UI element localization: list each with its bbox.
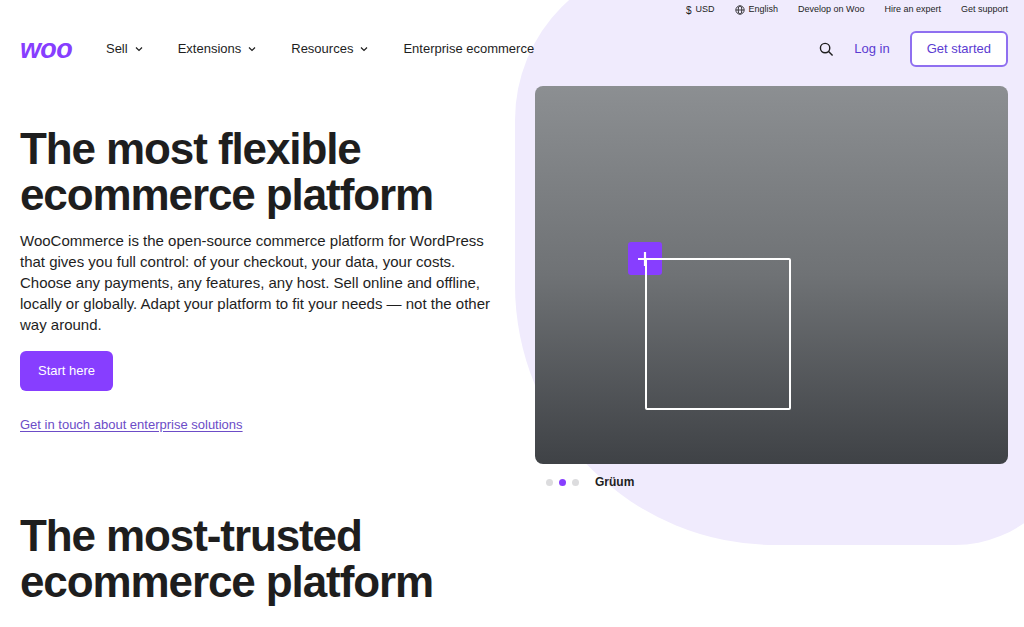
language-selector[interactable]: English (735, 3, 779, 17)
hero-description: WooCommerce is the open-source commerce … (20, 230, 498, 335)
nav-item-menu-marker (359, 44, 369, 54)
carousel-caption: Grüum (595, 473, 634, 491)
hero-section: The most flexible ecommerce platform WooC… (0, 78, 1024, 491)
hero-text: The most flexible ecommerce platform WooC… (20, 86, 500, 491)
nav-item[interactable]: Resources (291, 39, 369, 59)
currency-symbol: $ (686, 3, 692, 18)
search-icon (819, 42, 834, 57)
login-link[interactable]: Log in (854, 39, 889, 59)
nav-menu: Sell Extensions Resources Enterprise ecomme… (106, 39, 540, 59)
chevron-down-icon (359, 44, 369, 54)
carousel-dot[interactable] (546, 479, 553, 486)
utility-link[interactable]: Develop on Woo (798, 3, 864, 17)
focus-frame (645, 258, 791, 410)
carousel-controls: Grüum (546, 473, 1008, 491)
nav-actions: Log in Get started (819, 31, 1008, 67)
nav-item[interactable]: Enterprise ecommerce (403, 39, 540, 59)
trusted-section: The most-trusted ecommerce platform (0, 491, 1024, 605)
start-here-button[interactable]: Start here (20, 351, 113, 391)
language-label: English (749, 3, 779, 17)
utility-bar: $ USD English Develop on Woo Hire an expert G… (0, 0, 1024, 20)
hero-title: The most flexible ecommerce platform (20, 126, 480, 218)
globe-icon (735, 5, 745, 15)
carousel-dot[interactable] (559, 479, 566, 486)
search-button[interactable] (819, 42, 834, 57)
section-title: The most-trusted ecommerce platform (20, 513, 480, 605)
utility-link[interactable]: Get support (961, 3, 1008, 17)
nav-item-menu-marker (134, 44, 144, 54)
hero-photo (535, 86, 1008, 464)
nav-item-menu-marker (247, 44, 257, 54)
currency-label: USD (696, 3, 715, 17)
enterprise-link[interactable]: Get in touch about enterprise solutions (20, 415, 243, 435)
chevron-down-icon (134, 44, 144, 54)
nav-item[interactable]: Sell (106, 39, 144, 59)
chevron-down-icon (247, 44, 257, 54)
woo-logo[interactable]: woo (20, 36, 72, 63)
currency-selector[interactable]: $ USD (686, 3, 715, 18)
main-nav: woo Sell Extensions Resources Enterprise eco… (0, 20, 1024, 78)
carousel-dot[interactable] (572, 479, 579, 486)
nav-item-label: Extensions (178, 39, 242, 59)
hero-media: Grüum (535, 86, 1008, 491)
get-started-button[interactable]: Get started (910, 31, 1008, 67)
nav-item-label: Resources (291, 39, 353, 59)
utility-link[interactable]: Hire an expert (884, 3, 941, 17)
nav-item[interactable]: Extensions (178, 39, 258, 59)
nav-item-label: Enterprise ecommerce (403, 39, 534, 59)
nav-item-label: Sell (106, 39, 128, 59)
